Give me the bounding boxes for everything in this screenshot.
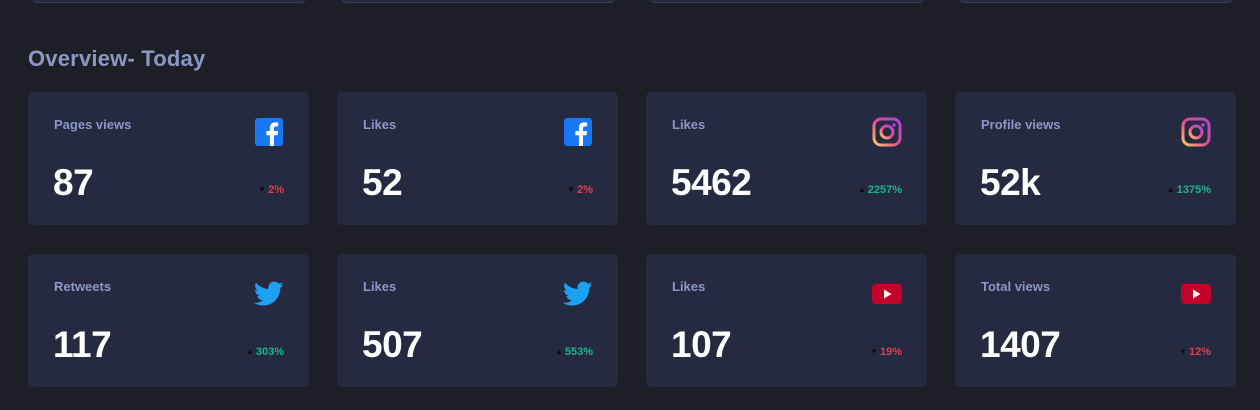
arrow-down-icon: ▼ — [870, 347, 878, 356]
instagram-icon — [1181, 117, 1211, 147]
overview-card-youtube-total-views[interactable]: Total views 1407 ▼ 12% — [955, 254, 1236, 387]
arrow-down-icon: ▼ — [567, 185, 576, 194]
facebook-icon — [254, 117, 284, 147]
arrow-up-icon: ▲ — [857, 185, 866, 194]
arrow-down-icon: ▼ — [258, 185, 267, 194]
card-label: Likes — [363, 117, 397, 132]
card-value: 5462 — [671, 162, 752, 203]
top-card-edge — [650, 0, 924, 3]
top-cards-row — [0, 0, 1260, 3]
arrow-down-icon: ▼ — [1179, 347, 1187, 356]
change-percent: 1375% — [1176, 184, 1211, 196]
change-percent: 19% — [879, 346, 902, 358]
arrow-up-icon: ▲ — [554, 347, 563, 356]
card-label: Total views — [981, 279, 1051, 294]
overview-card-facebook-page-views[interactable]: Pages views 87 ▼ 2% — [28, 92, 309, 225]
card-value: 52k — [980, 162, 1041, 203]
overview-card-twitter-likes[interactable]: Likes 507 ▲ 553% — [337, 254, 618, 387]
card-value: 52 — [362, 162, 403, 203]
change-indicator: ▼ 19% — [870, 346, 902, 358]
card-label: Profile views — [981, 117, 1061, 132]
card-label: Pages views — [54, 117, 132, 132]
top-card-edge — [32, 0, 306, 3]
overview-card-facebook-likes[interactable]: Likes 52 ▼ 2% — [337, 92, 618, 225]
overview-title: Overview- Today — [28, 46, 206, 71]
change-percent: 12% — [1188, 346, 1211, 358]
youtube-icon — [1181, 279, 1211, 309]
change-percent: 553% — [564, 346, 593, 358]
card-label: Likes — [672, 117, 706, 132]
change-indicator: ▲ 303% — [246, 346, 284, 358]
instagram-icon — [872, 117, 902, 147]
youtube-icon — [872, 279, 902, 309]
change-percent: 2% — [577, 184, 593, 196]
overview-card-twitter-retweets[interactable]: Retweets 117 ▲ 303% — [28, 254, 309, 387]
twitter-icon — [254, 279, 284, 309]
arrow-up-icon: ▲ — [245, 347, 254, 356]
card-value: 507 — [362, 324, 423, 365]
card-label: Likes — [672, 279, 706, 294]
top-card-edge — [959, 0, 1233, 3]
change-indicator: ▼ 12% — [1179, 346, 1211, 358]
card-value: 117 — [53, 324, 112, 365]
overview-card-youtube-likes[interactable]: Likes 107 ▼ 19% — [646, 254, 927, 387]
change-indicator: ▲ 2257% — [858, 184, 902, 196]
card-label: Likes — [363, 279, 397, 294]
change-indicator: ▼ 2% — [567, 184, 593, 196]
change-indicator: ▲ 553% — [555, 346, 593, 358]
change-percent: 2257% — [867, 184, 902, 196]
arrow-up-icon: ▲ — [1166, 185, 1175, 194]
overview-card-instagram-profile-views[interactable]: Profile views 52k ▲ 1375% — [955, 92, 1236, 225]
change-indicator: ▲ 1375% — [1167, 184, 1211, 196]
change-percent: 2% — [268, 184, 284, 196]
facebook-icon — [563, 117, 593, 147]
change-indicator: ▼ 2% — [258, 184, 284, 196]
card-label: Retweets — [54, 279, 112, 294]
overview-card-instagram-likes[interactable]: Likes 5462 ▲ 2257% — [646, 92, 927, 225]
card-value: 87 — [53, 162, 94, 203]
change-percent: 303% — [255, 346, 284, 358]
twitter-icon — [563, 279, 593, 309]
card-value: 107 — [671, 324, 732, 365]
card-value: 1407 — [980, 324, 1061, 365]
top-card-edge — [341, 0, 615, 3]
